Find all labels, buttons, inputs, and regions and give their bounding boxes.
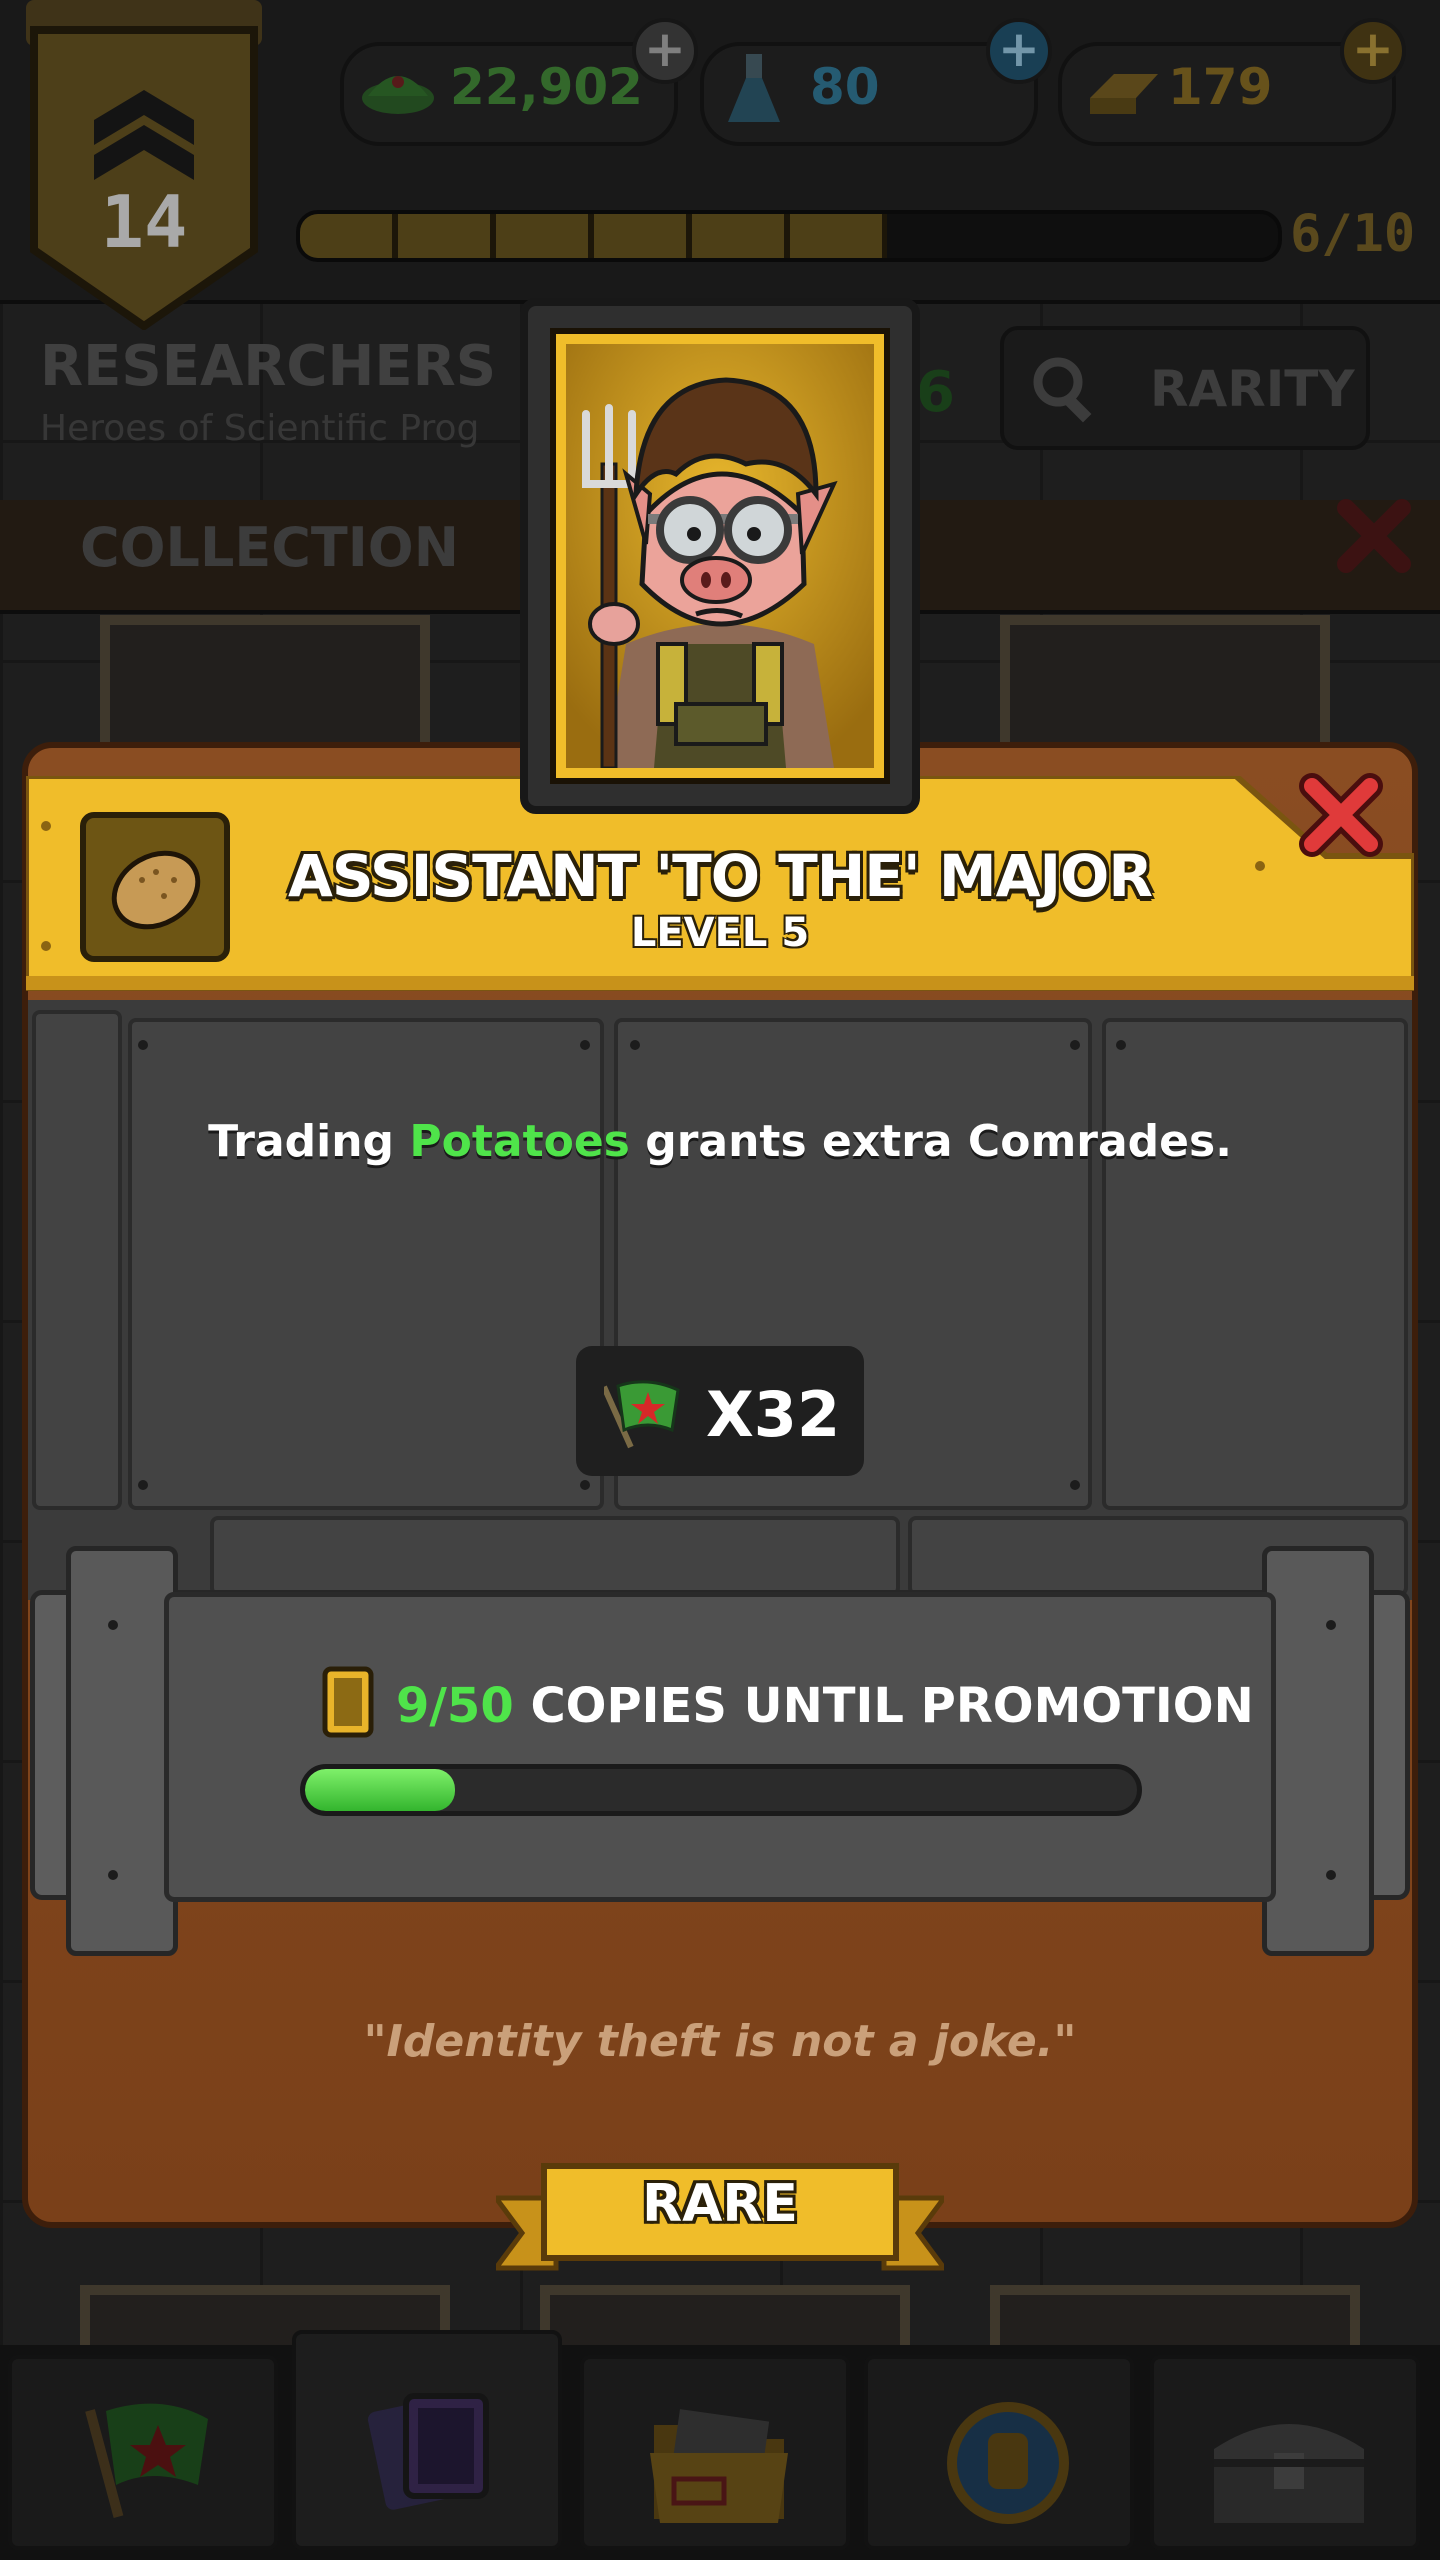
comrade-flag-icon xyxy=(604,1380,680,1449)
rivet xyxy=(138,1040,148,1050)
description-prefix: Trading xyxy=(208,1116,395,1167)
rarity-label: RARE xyxy=(642,2174,798,2234)
promotion-panel xyxy=(164,1592,1276,1902)
rivet xyxy=(1070,1040,1080,1050)
rivet xyxy=(580,1040,590,1050)
rivet xyxy=(138,1480,148,1490)
rivet xyxy=(630,1040,640,1050)
rivet xyxy=(108,1870,118,1880)
rivet xyxy=(580,1480,590,1490)
copies-label: COPIES UNTIL PROMOTION xyxy=(530,1678,1254,1734)
promotion-progress-fill xyxy=(305,1769,455,1811)
rivet xyxy=(1070,1480,1080,1490)
character-portrait xyxy=(566,344,874,768)
reward-value: X32 xyxy=(706,1378,841,1451)
description-highlight: Potatoes xyxy=(409,1116,630,1167)
potato-icon xyxy=(111,850,201,930)
rivet xyxy=(1116,1040,1126,1050)
stone-tile-1 xyxy=(32,1010,122,1510)
card-copy-icon xyxy=(322,1666,374,1738)
rivet xyxy=(1326,1870,1336,1880)
promotion-label: 9/50 COPIES UNTIL PROMOTION xyxy=(396,1678,1254,1734)
promotion-panel-clamp-right xyxy=(1262,1546,1374,1956)
promotion-progress-bar xyxy=(300,1764,1142,1816)
stone-tile-4 xyxy=(1102,1018,1408,1510)
stone-tile-2 xyxy=(128,1018,604,1510)
character-portrait-card xyxy=(520,298,920,814)
stone-tile-5 xyxy=(210,1516,900,1596)
popup-title: ASSISTANT 'TO THE' MAJOR xyxy=(287,842,1153,910)
rivet xyxy=(1326,1620,1336,1630)
portrait-gold-frame xyxy=(550,328,890,784)
rivet xyxy=(108,1620,118,1630)
copies-count: 9/50 xyxy=(396,1678,514,1734)
popup-level: LEVEL 5 xyxy=(630,910,810,956)
description-suffix: grants extra Comrades. xyxy=(645,1116,1232,1167)
promotion-panel-clamp-left xyxy=(66,1546,178,1956)
character-quote: "Identity theft is not a joke." xyxy=(363,2016,1077,2067)
ability-description: Trading Potatoes grants extra Comrades. xyxy=(28,1116,1412,1167)
reward-box: X32 xyxy=(576,1346,864,1476)
close-icon[interactable] xyxy=(1296,770,1386,860)
